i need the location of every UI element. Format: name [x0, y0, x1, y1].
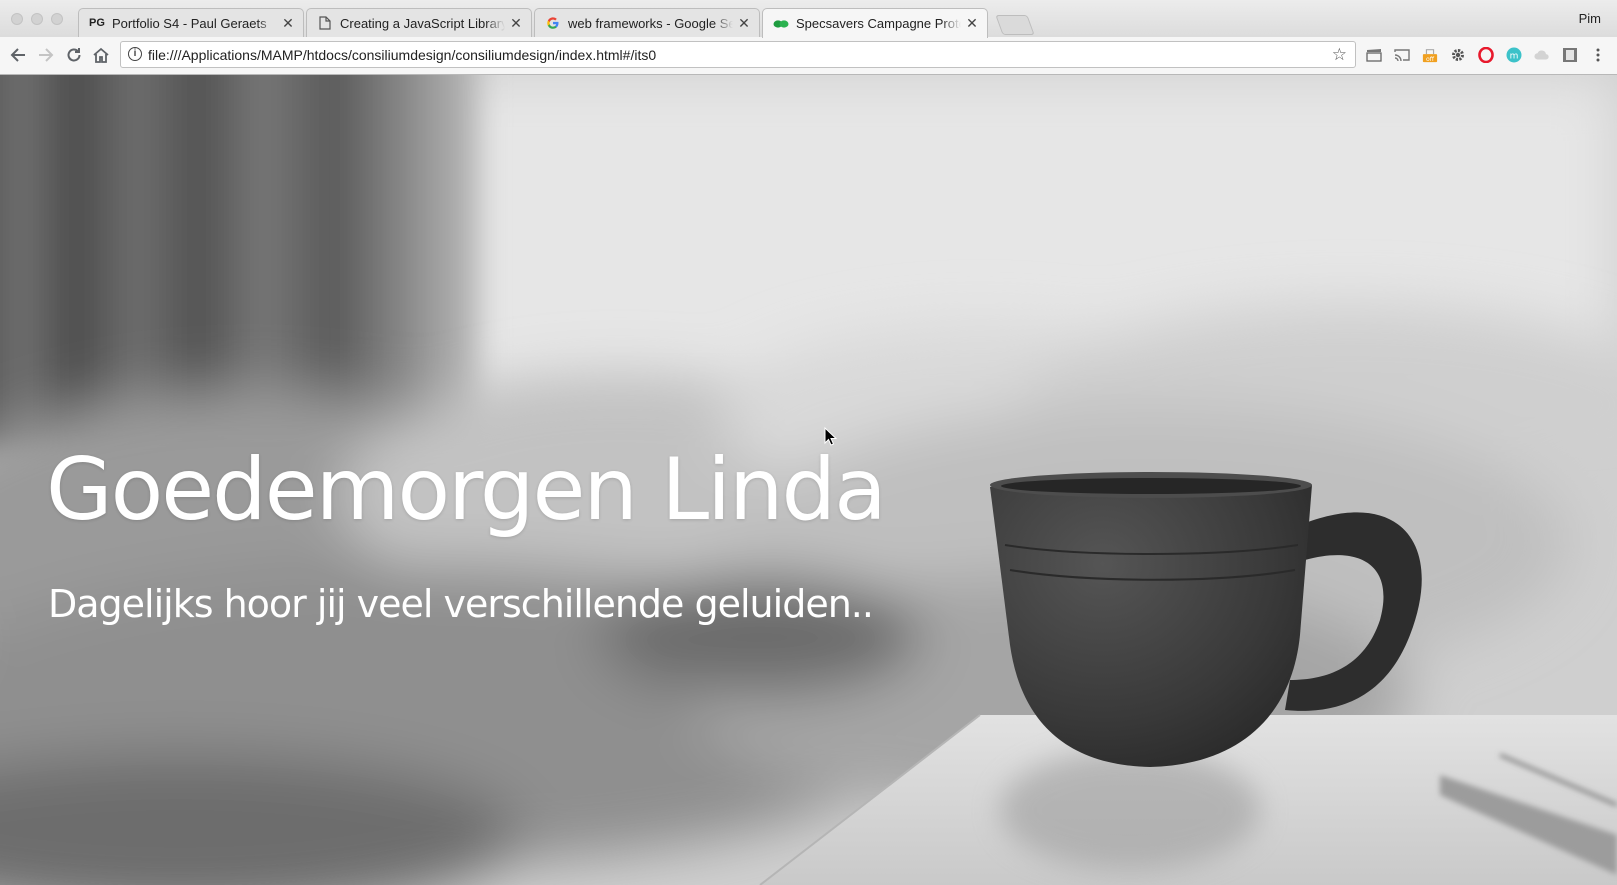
gear-icon[interactable] — [1450, 47, 1466, 63]
home-button[interactable] — [91, 46, 111, 66]
profile-name[interactable]: Pim — [1579, 11, 1601, 26]
address-bar[interactable]: i file:///Applications/MAMP/htdocs/consi… — [120, 41, 1356, 68]
reload-icon — [67, 48, 81, 62]
clapper-icon[interactable] — [1366, 47, 1382, 63]
hero-text: Goedemorgen Linda Dagelijks hoor jij vee… — [46, 440, 887, 626]
m-circle-icon[interactable]: m — [1506, 47, 1522, 63]
info-icon[interactable]: i — [128, 47, 142, 61]
back-arrow-icon — [10, 48, 25, 62]
svg-text:off: off — [1426, 56, 1435, 63]
close-tab-icon[interactable]: ✕ — [965, 15, 979, 32]
page-subtitle: Dagelijks hoor jij veel verschillende ge… — [48, 582, 874, 626]
off-badge-icon[interactable]: off — [1422, 47, 1438, 63]
mouse-cursor-icon — [824, 427, 838, 446]
svg-text:m: m — [1510, 52, 1519, 62]
forward-button[interactable] — [36, 46, 56, 66]
specsavers-icon — [773, 16, 789, 32]
close-tab-icon[interactable]: ✕ — [737, 15, 751, 32]
kebab-menu-icon[interactable] — [1590, 47, 1606, 63]
new-tab-button[interactable] — [995, 15, 1035, 35]
minimize-window-button[interactable] — [31, 13, 43, 25]
close-tab-icon[interactable]: ✕ — [281, 15, 295, 32]
zoom-window-button[interactable] — [51, 13, 63, 25]
cast-icon[interactable] — [1394, 47, 1410, 63]
opera-icon[interactable] — [1478, 47, 1494, 63]
url-text[interactable]: file:///Applications/MAMP/htdocs/consili… — [148, 47, 656, 63]
reload-button[interactable] — [64, 46, 84, 66]
tab-specsavers[interactable]: Specsavers Campagne Prototype ✕ — [762, 8, 988, 38]
home-icon — [93, 47, 109, 63]
bookmark-star-icon[interactable]: ☆ — [1332, 45, 1347, 65]
tab-strip: PG Portfolio S4 - Paul Geraets ✕ Creatin… — [0, 0, 1617, 38]
pg-logo-icon: PG — [89, 17, 105, 29]
browser-toolbar: i file:///Applications/MAMP/htdocs/consi… — [0, 37, 1617, 75]
back-button[interactable] — [8, 46, 28, 66]
tab-javascript-library[interactable]: Creating a JavaScript Library | ✕ — [306, 8, 532, 37]
forward-arrow-icon — [39, 48, 54, 62]
tab-google-search[interactable]: web frameworks - Google Search ✕ — [534, 8, 760, 37]
tab-title: Portfolio S4 - Paul Geraets — [112, 15, 267, 31]
google-icon — [545, 15, 561, 31]
close-window-button[interactable] — [11, 13, 23, 25]
tab-portfolio[interactable]: PG Portfolio S4 - Paul Geraets ✕ — [78, 8, 304, 37]
page-title: Goedemorgen Linda — [46, 440, 887, 540]
cloud-icon[interactable] — [1534, 47, 1550, 63]
tab-title: web frameworks - Google Search — [568, 15, 733, 31]
tab-title: Creating a JavaScript Library | — [340, 15, 505, 31]
tab-title: Specsavers Campagne Prototype — [796, 16, 961, 31]
film-strip-icon[interactable] — [1562, 47, 1578, 63]
document-icon — [317, 15, 333, 31]
page-viewport: Goedemorgen Linda Dagelijks hoor jij vee… — [0, 75, 1617, 885]
close-tab-icon[interactable]: ✕ — [509, 15, 523, 32]
